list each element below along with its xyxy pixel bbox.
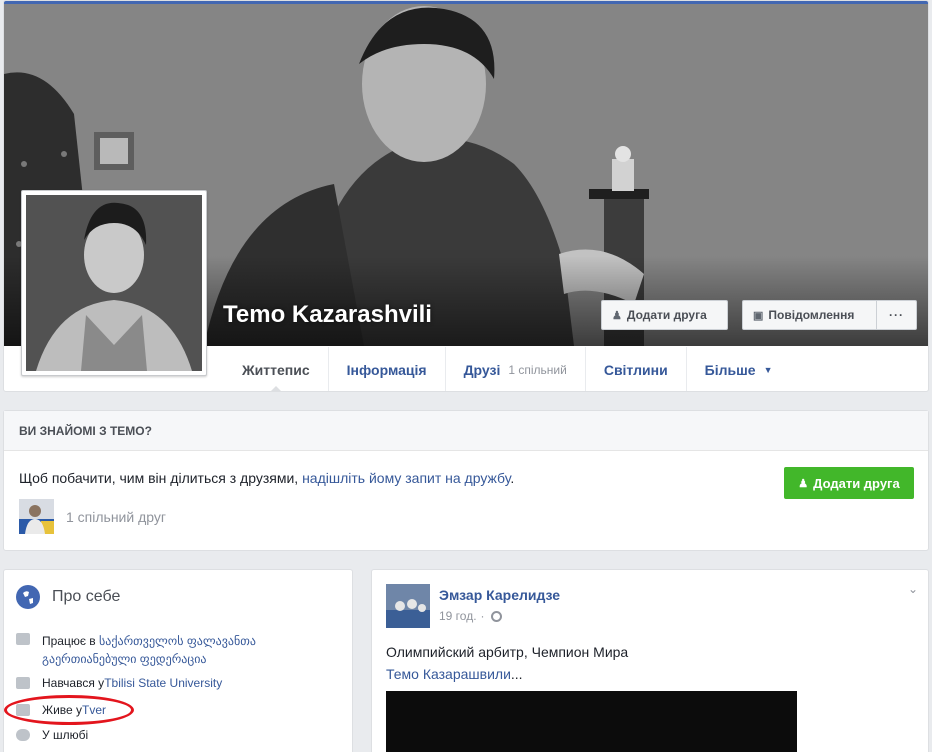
post-time-separator: ·: [480, 609, 485, 623]
about-relationship-label: У шлюбі: [42, 728, 89, 742]
post-text: Олимпийский арбитр, Чемпион Мира: [386, 644, 629, 660]
profile-picture-image: [26, 195, 202, 371]
tab-about-label: Інформація: [346, 361, 427, 378]
friend-suggestion-heading: ВИ ЗНАЙОМІ З ТЕМО?: [4, 411, 928, 451]
tab-more-label: Більше: [704, 361, 756, 378]
post-author-name[interactable]: Эмзар Карелидзе: [439, 587, 560, 603]
globe-icon: [16, 585, 40, 609]
mutual-friend-avatar[interactable]: [19, 499, 54, 534]
tab-friends-label: Друзі: [463, 361, 501, 378]
friend-suggestion-text-end: .: [510, 470, 515, 486]
friend-suggestion-card: ВИ ЗНАЙОМІ З ТЕМО? Щоб побачити, чим він…: [3, 410, 929, 551]
about-work-prefix: Працює в: [42, 634, 100, 648]
send-request-link[interactable]: надішліть йому запит на дружбу: [302, 470, 510, 486]
tab-more[interactable]: Більше ▼: [685, 347, 791, 391]
profile-header: Temo Kazarashvili ♟ Додати друга ▣ Повід…: [3, 0, 929, 392]
add-friend-label: Додати друга: [626, 308, 707, 322]
tab-friends[interactable]: Друзі 1 спільний: [444, 347, 585, 391]
message-icon: ▣: [753, 309, 764, 322]
tab-about[interactable]: Інформація: [327, 347, 445, 391]
about-education: Навчався у Tbilisi State University: [16, 676, 222, 690]
post-image[interactable]: [386, 691, 797, 752]
tab-timeline-label: Життепис: [242, 361, 310, 378]
friend-suggestion-text-start: Щоб побачити, чим він ділиться з друзями…: [19, 470, 303, 486]
post-tagged-person[interactable]: Темо Казарашвили: [386, 666, 511, 682]
more-options-button[interactable]: ···: [876, 300, 917, 330]
message-label: Повідомлення: [768, 308, 855, 322]
about-education-prefix: Навчався у: [42, 676, 105, 690]
post-timestamp[interactable]: 19 год. ·: [439, 609, 502, 623]
post-card: Эмзар Карелидзе 19 год. · ⌄ Олимпийский …: [371, 569, 929, 752]
add-friend-green-label: Додати друга: [813, 475, 900, 491]
tab-photos[interactable]: Світлини: [584, 347, 686, 391]
profile-tabs: Життепис Інформація Друзі 1 спільний Сві…: [224, 347, 791, 391]
post-ellipsis[interactable]: ...: [511, 666, 523, 682]
heart-icon: [16, 729, 30, 741]
friend-suggestion-text: Щоб побачити, чим він ділиться з друзями…: [19, 470, 514, 486]
post-author-avatar[interactable]: [386, 584, 430, 628]
more-options-icon: ···: [889, 308, 904, 322]
add-friend-button[interactable]: ♟ Додати друга: [601, 300, 728, 330]
about-title-label: Про себе: [52, 588, 121, 605]
highlight-oval: [4, 695, 134, 725]
chevron-down-icon: ▼: [763, 364, 773, 375]
mutual-friends-count[interactable]: 1 спільний друг: [66, 509, 166, 525]
add-friend-icon: ♟: [612, 309, 622, 322]
about-work: Працює в საქართველოს ფალავანთა გაერთიანე…: [16, 632, 336, 668]
profile-picture[interactable]: [21, 190, 207, 376]
graduation-cap-icon: [16, 677, 30, 689]
tab-timeline[interactable]: Життепис: [224, 347, 328, 391]
profile-name[interactable]: Temo Kazarashvili: [223, 301, 432, 329]
message-button[interactable]: ▣ Повідомлення: [742, 300, 877, 330]
about-title: Про себе: [16, 585, 120, 609]
briefcase-icon: [16, 633, 30, 645]
about-relationship: У шлюбі: [16, 728, 88, 742]
add-friend-icon: ♟: [798, 477, 809, 490]
post-options-chevron-icon[interactable]: ⌄: [908, 582, 918, 596]
post-body: Олимпийский арбитр, Чемпион Мира Темо Ка…: [386, 641, 628, 685]
tab-friends-count: 1 спільний: [508, 362, 567, 377]
public-globe-icon: [490, 610, 502, 622]
tab-photos-label: Світлини: [603, 361, 668, 378]
post-time-label: 19 год.: [439, 609, 477, 623]
add-friend-green-button[interactable]: ♟ Додати друга: [784, 467, 914, 499]
about-education-link[interactable]: Tbilisi State University: [104, 676, 222, 690]
